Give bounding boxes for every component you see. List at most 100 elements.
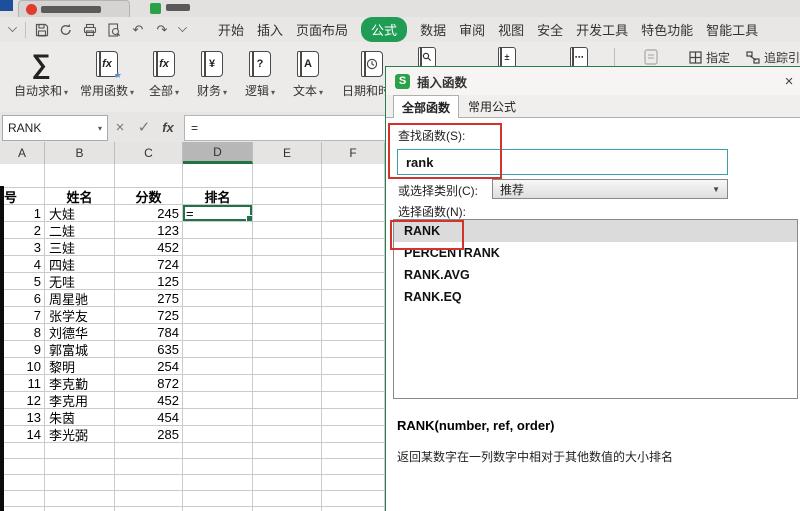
cell[interactable]	[183, 443, 253, 459]
column-header-B[interactable]: B	[45, 142, 115, 164]
menu-tab-安全[interactable]: 安全	[537, 20, 563, 39]
cell[interactable]	[253, 392, 322, 409]
cell[interactable]: 452	[115, 392, 183, 409]
menu-tab-开始[interactable]: 开始	[218, 20, 244, 39]
cell[interactable]: 学号	[0, 188, 45, 205]
trace-precedents-icon[interactable]	[746, 51, 760, 64]
cell[interactable]	[183, 256, 253, 273]
cell[interactable]: 李克勤	[45, 375, 115, 392]
redo-icon[interactable]: ↷	[154, 22, 170, 38]
formula-input[interactable]: =	[184, 115, 396, 141]
ribbon-button-文本[interactable]: A文本▾	[284, 44, 332, 112]
ribbon-button-逻辑[interactable]: ?逻辑▾	[236, 44, 284, 112]
fill-handle[interactable]	[246, 215, 253, 222]
cell[interactable]	[253, 256, 322, 273]
cell[interactable]: 635	[115, 341, 183, 358]
cell[interactable]	[183, 475, 253, 491]
cell[interactable]	[253, 507, 322, 511]
cell[interactable]	[253, 222, 322, 239]
cell[interactable]	[253, 491, 322, 507]
cell[interactable]: 125	[115, 273, 183, 290]
cell[interactable]	[0, 507, 45, 511]
cell[interactable]	[322, 409, 385, 426]
menu-tab-智能工具[interactable]: 智能工具	[706, 20, 758, 39]
cell[interactable]: 1	[0, 205, 45, 222]
cell[interactable]: 6	[0, 290, 45, 307]
trace-precedents-label[interactable]: 追踪引	[764, 49, 800, 66]
dialog-close-icon[interactable]: ×	[779, 71, 799, 91]
cell[interactable]	[183, 426, 253, 443]
cell[interactable]	[322, 426, 385, 443]
cell[interactable]: 3	[0, 239, 45, 256]
column-header-C[interactable]: C	[115, 142, 183, 164]
cell[interactable]: 9	[0, 341, 45, 358]
cell[interactable]: 朱茵	[45, 409, 115, 426]
cell[interactable]	[322, 188, 385, 205]
cell[interactable]	[115, 443, 183, 459]
cell[interactable]: 8	[0, 324, 45, 341]
cell[interactable]	[253, 459, 322, 475]
cell[interactable]	[183, 273, 253, 290]
cell[interactable]: 452	[115, 239, 183, 256]
cell[interactable]: 无哇	[45, 273, 115, 290]
cell[interactable]	[322, 273, 385, 290]
cell[interactable]	[253, 426, 322, 443]
cell[interactable]: 725	[115, 307, 183, 324]
assign-name-icon[interactable]	[689, 51, 702, 64]
cell[interactable]	[45, 475, 115, 491]
cell[interactable]: 排名	[183, 188, 253, 205]
cell[interactable]	[322, 341, 385, 358]
menu-tab-特色功能[interactable]: 特色功能	[641, 20, 693, 39]
cell[interactable]: 郭富城	[45, 341, 115, 358]
cell[interactable]: 大娃	[45, 205, 115, 222]
cell[interactable]: 11	[0, 375, 45, 392]
cell[interactable]	[253, 475, 322, 491]
cell[interactable]	[322, 507, 385, 511]
cell[interactable]	[322, 222, 385, 239]
cell[interactable]	[45, 459, 115, 475]
cell[interactable]	[322, 459, 385, 475]
cell[interactable]	[253, 290, 322, 307]
cell[interactable]	[253, 443, 322, 459]
cell[interactable]: 14	[0, 426, 45, 443]
export-pdf-icon[interactable]	[58, 22, 74, 38]
cell[interactable]	[115, 164, 183, 188]
customize-toolbar-chevron-icon[interactable]	[8, 23, 17, 32]
cell[interactable]: 刘德华	[45, 324, 115, 341]
cell[interactable]	[183, 459, 253, 475]
undo-icon[interactable]: ↶	[130, 22, 146, 38]
category-dropdown[interactable]: 推荐 ▼	[492, 179, 728, 199]
cell[interactable]	[45, 491, 115, 507]
cell[interactable]	[45, 164, 115, 188]
cell[interactable]: 三娃	[45, 239, 115, 256]
confirm-formula-icon[interactable]: ✓	[134, 115, 154, 139]
cell[interactable]	[183, 392, 253, 409]
cell[interactable]	[253, 324, 322, 341]
cell[interactable]	[183, 375, 253, 392]
cell[interactable]: 872	[115, 375, 183, 392]
cell[interactable]	[183, 358, 253, 375]
cell[interactable]	[115, 491, 183, 507]
cell[interactable]	[253, 188, 322, 205]
menu-tab-公式[interactable]: 公式	[361, 17, 407, 42]
cell[interactable]	[115, 507, 183, 511]
cell[interactable]	[183, 222, 253, 239]
print-icon[interactable]	[82, 22, 98, 38]
cell[interactable]: 5	[0, 273, 45, 290]
cell[interactable]	[45, 507, 115, 511]
active-cell[interactable]: =	[183, 205, 253, 222]
cell[interactable]	[0, 491, 45, 507]
cell[interactable]: 姓名	[45, 188, 115, 205]
cell[interactable]	[322, 256, 385, 273]
cell[interactable]	[0, 164, 45, 188]
cell[interactable]: 李克用	[45, 392, 115, 409]
cell[interactable]	[322, 290, 385, 307]
cell[interactable]	[322, 324, 385, 341]
save-icon[interactable]	[34, 22, 50, 38]
cell[interactable]	[322, 491, 385, 507]
cell[interactable]	[253, 307, 322, 324]
cell[interactable]	[0, 443, 45, 459]
ribbon-button-全部[interactable]: fx全部▾	[140, 44, 188, 112]
cell[interactable]	[183, 409, 253, 426]
column-header-D[interactable]: D	[183, 142, 253, 164]
